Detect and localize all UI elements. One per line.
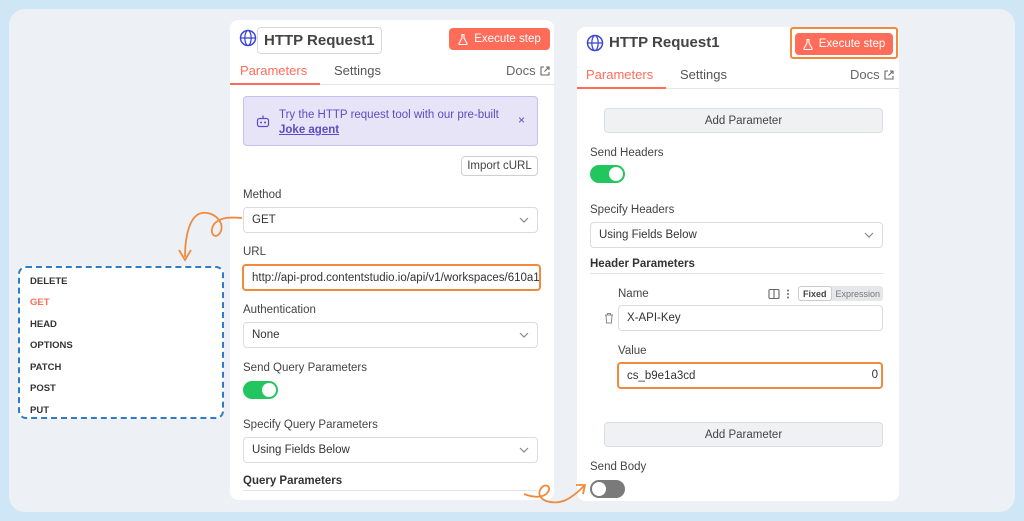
specify-headers-label: Specify Headers: [590, 204, 675, 216]
method-option-get[interactable]: GET: [30, 297, 50, 308]
header-name-input[interactable]: X-API-Key: [618, 305, 883, 331]
callout-message: Try the HTTP request tool with our pre-b…: [279, 109, 499, 121]
header-parameters-heading: Header Parameters: [590, 258, 695, 270]
fixed-option[interactable]: Fixed: [798, 286, 832, 301]
tab-parameters[interactable]: Parameters: [586, 67, 653, 82]
docs-link[interactable]: Docs: [850, 67, 894, 82]
node-title-input[interactable]: HTTP Request1: [257, 27, 382, 54]
import-curl-button[interactable]: Import cURL: [461, 156, 538, 176]
add-parameter-button[interactable]: Add Parameter: [604, 422, 883, 447]
joke-agent-link[interactable]: Joke agent: [279, 124, 339, 136]
header-value-suffix: 0: [871, 369, 878, 381]
execute-step-label: Execute step: [818, 38, 886, 50]
external-link-icon: [884, 69, 894, 80]
execute-step-button[interactable]: Execute step: [449, 28, 550, 50]
trash-icon[interactable]: [604, 312, 614, 324]
specify-query-select[interactable]: Using Fields Below: [243, 437, 538, 463]
url-input[interactable]: http://api-prod.contentstudio.io/api/v1/…: [242, 264, 541, 291]
method-options-list: DELETE GET HEAD OPTIONS PATCH POST PUT: [18, 266, 224, 419]
header-value-input[interactable]: cs_b9e1a3cd 0: [617, 362, 883, 389]
docs-label: Docs: [506, 63, 536, 78]
tab-active-indicator: [230, 83, 320, 85]
specify-query-label: Specify Query Parameters: [243, 419, 378, 431]
url-value: http://api-prod.contentstudio.io/api/v1/…: [252, 271, 541, 284]
method-label: Method: [243, 189, 282, 201]
chevron-down-icon: [864, 232, 874, 238]
execute-step-label: Execute step: [474, 33, 541, 45]
header-parameters-divider: [590, 273, 883, 274]
robot-icon: [256, 115, 270, 128]
tab-settings[interactable]: Settings: [680, 67, 727, 82]
header-value-text: cs_b9e1a3cd: [627, 369, 696, 382]
tab-settings[interactable]: Settings: [334, 63, 381, 78]
value-label: Value: [618, 345, 647, 357]
tab-parameters[interactable]: Parameters: [240, 63, 307, 78]
send-query-label: Send Query Parameters: [243, 362, 368, 374]
expression-option[interactable]: Expression: [832, 289, 885, 299]
docs-link[interactable]: Docs: [506, 63, 550, 78]
curved-arrow-icon: [178, 211, 243, 262]
method-option-delete[interactable]: DELETE: [30, 276, 67, 287]
tab-active-indicator: [577, 87, 666, 89]
name-label: Name: [618, 288, 649, 300]
globe-icon: [239, 29, 257, 47]
joke-agent-callout: Try the HTTP request tool with our pre-b…: [243, 96, 538, 146]
method-value: GET: [252, 214, 276, 226]
toggle-knob: [262, 383, 276, 397]
send-headers-label: Send Headers: [590, 147, 664, 159]
authentication-label: Authentication: [243, 304, 316, 316]
callout-text: Try the HTTP request tool with our pre-b…: [279, 108, 509, 138]
execute-step-button[interactable]: Execute step: [795, 33, 893, 55]
fixed-expression-toggle[interactable]: Fixed Expression: [798, 286, 883, 301]
method-option-options[interactable]: OPTIONS: [30, 340, 73, 351]
query-parameters-heading: Query Parameters: [243, 475, 343, 487]
add-parameter-button[interactable]: Add Parameter: [604, 108, 883, 133]
query-parameters-divider: [243, 490, 538, 491]
chevron-down-icon: [519, 217, 529, 223]
url-label: URL: [243, 246, 267, 258]
send-body-toggle[interactable]: [590, 480, 625, 498]
more-icon[interactable]: [784, 288, 792, 300]
send-headers-toggle[interactable]: [590, 165, 625, 183]
specify-headers-value: Using Fields Below: [599, 229, 697, 241]
globe-icon: [586, 34, 604, 52]
curved-arrow-icon: [523, 484, 587, 504]
specify-headers-select[interactable]: Using Fields Below: [590, 222, 883, 248]
panel-icon[interactable]: [768, 288, 780, 300]
send-body-label: Send Body: [590, 461, 647, 473]
authentication-select[interactable]: None: [243, 322, 538, 348]
toggle-knob: [609, 167, 623, 181]
docs-label: Docs: [850, 67, 880, 82]
close-icon[interactable]: ×: [518, 113, 525, 127]
method-option-post[interactable]: POST: [30, 383, 56, 394]
chevron-down-icon: [519, 332, 529, 338]
toggle-knob: [592, 482, 606, 496]
flask-icon: [803, 38, 813, 50]
chevron-down-icon: [519, 447, 529, 453]
node-title: HTTP Request1: [609, 34, 720, 51]
specify-query-value: Using Fields Below: [252, 444, 350, 456]
send-query-toggle[interactable]: [243, 381, 278, 399]
external-link-icon: [540, 65, 550, 76]
method-option-patch[interactable]: PATCH: [30, 362, 61, 373]
flask-icon: [458, 33, 468, 45]
method-option-head[interactable]: HEAD: [30, 319, 57, 330]
header-name-value: X-API-Key: [627, 312, 681, 324]
authentication-value: None: [252, 329, 280, 341]
method-select[interactable]: GET: [243, 207, 538, 233]
method-option-put[interactable]: PUT: [30, 405, 49, 416]
